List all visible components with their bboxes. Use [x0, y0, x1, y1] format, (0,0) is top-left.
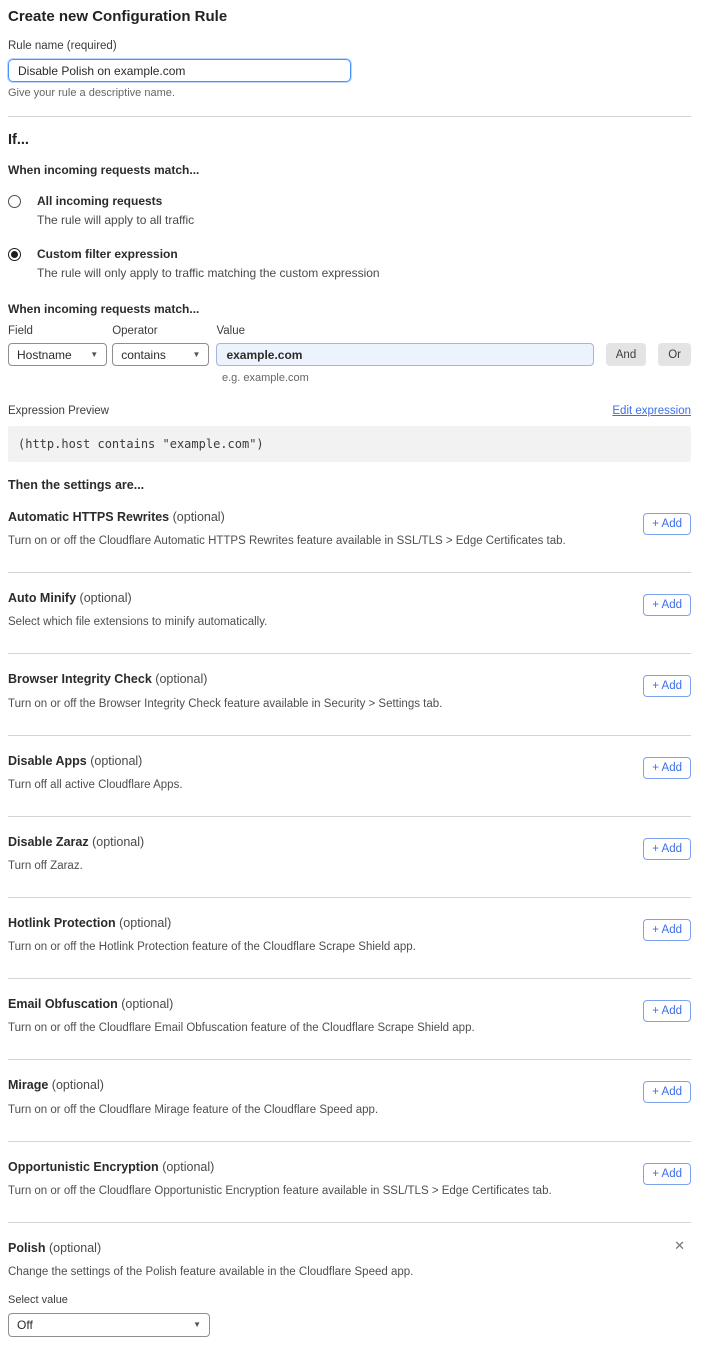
- request-match-radio-group: All incoming requests The rule will appl…: [8, 194, 691, 281]
- setting-description: Turn on or off the Cloudflare Opportunis…: [8, 1184, 691, 1199]
- match-label: When incoming requests match...: [8, 163, 691, 177]
- field-select[interactable]: Hostname ▼: [8, 343, 107, 366]
- optional-tag: (optional): [49, 1241, 101, 1255]
- optional-tag: (optional): [92, 835, 144, 849]
- setting-description: Turn on or off the Browser Integrity Che…: [8, 697, 691, 712]
- radio-all-incoming-requests[interactable]: All incoming requests The rule will appl…: [8, 194, 691, 228]
- expression-preview-label: Expression Preview: [8, 405, 109, 417]
- radio-label: Custom filter expression: [37, 247, 380, 262]
- chevron-down-icon: ▼: [193, 351, 201, 359]
- setting-automatic-https-rewrites: Automatic HTTPS Rewrites (optional) Turn…: [8, 492, 691, 573]
- setting-title: Opportunistic Encryption: [8, 1160, 159, 1174]
- setting-description: Change the settings of the Polish featur…: [8, 1265, 691, 1280]
- close-icon[interactable]: ✕: [674, 1239, 685, 1252]
- page-title: Create new Configuration Rule: [8, 8, 691, 25]
- setting-description: Turn off all active Cloudflare Apps.: [8, 778, 691, 793]
- then-settings-heading: Then the settings are...: [8, 478, 691, 492]
- chevron-down-icon: ▼: [90, 351, 98, 359]
- add-button[interactable]: + Add: [643, 513, 691, 535]
- radio-label: All incoming requests: [37, 194, 194, 209]
- setting-title: Mirage: [8, 1078, 48, 1092]
- or-button[interactable]: Or: [658, 343, 691, 366]
- setting-description: Select which file extensions to minify a…: [8, 615, 691, 630]
- operator-select[interactable]: contains ▼: [112, 343, 209, 366]
- rule-name-helper: Give your rule a descriptive name.: [8, 87, 691, 99]
- setting-browser-integrity-check: Browser Integrity Check (optional) Turn …: [8, 654, 691, 735]
- setting-description: Turn on or off the Hotlink Protection fe…: [8, 940, 691, 955]
- value-helper: e.g. example.com: [222, 372, 691, 384]
- add-button[interactable]: + Add: [643, 757, 691, 779]
- setting-description: Turn on or off the Cloudflare Mirage fea…: [8, 1103, 691, 1118]
- optional-tag: (optional): [90, 754, 142, 768]
- setting-polish: Polish (optional) ✕ Change the settings …: [8, 1223, 691, 1337]
- radio-button-icon[interactable]: [8, 195, 21, 208]
- setting-title: Disable Zaraz: [8, 835, 89, 849]
- field-label: Field: [8, 325, 107, 337]
- radio-button-icon[interactable]: [8, 248, 21, 261]
- if-heading: If...: [8, 132, 691, 148]
- setting-disable-zaraz: Disable Zaraz (optional) Turn off Zaraz.…: [8, 817, 691, 898]
- expression-builder-heading: When incoming requests match...: [8, 302, 691, 316]
- add-button[interactable]: + Add: [643, 1163, 691, 1185]
- radio-description: The rule will apply to all traffic: [37, 213, 194, 228]
- setting-title: Email Obfuscation: [8, 997, 118, 1011]
- rule-name-input[interactable]: [8, 59, 351, 82]
- optional-tag: (optional): [121, 997, 173, 1011]
- select-value-label: Select value: [8, 1294, 691, 1306]
- optional-tag: (optional): [173, 510, 225, 524]
- value-input[interactable]: [216, 343, 593, 366]
- optional-tag: (optional): [119, 916, 171, 930]
- setting-description: Turn off Zaraz.: [8, 859, 691, 874]
- radio-custom-filter-expression[interactable]: Custom filter expression The rule will o…: [8, 247, 691, 281]
- setting-description: Turn on or off the Cloudflare Email Obfu…: [8, 1021, 691, 1036]
- setting-title: Polish: [8, 1241, 46, 1255]
- polish-select-value: Off: [17, 1318, 33, 1332]
- setting-description: Turn on or off the Cloudflare Automatic …: [8, 534, 691, 549]
- polish-value-select[interactable]: Off ▼: [8, 1313, 210, 1337]
- optional-tag: (optional): [162, 1160, 214, 1174]
- add-button[interactable]: + Add: [643, 838, 691, 860]
- operator-label: Operator: [112, 325, 209, 337]
- optional-tag: (optional): [52, 1078, 104, 1092]
- chevron-down-icon: ▼: [193, 1321, 201, 1329]
- setting-hotlink-protection: Hotlink Protection (optional) Turn on or…: [8, 898, 691, 979]
- setting-disable-apps: Disable Apps (optional) Turn off all act…: [8, 736, 691, 817]
- setting-title: Browser Integrity Check: [8, 672, 152, 686]
- setting-mirage: Mirage (optional) Turn on or off the Clo…: [8, 1060, 691, 1141]
- create-configuration-rule-page: Create new Configuration Rule Rule name …: [0, 0, 705, 1349]
- setting-title: Automatic HTTPS Rewrites: [8, 510, 169, 524]
- edit-expression-link[interactable]: Edit expression: [612, 405, 691, 417]
- radio-description: The rule will only apply to traffic matc…: [37, 266, 380, 281]
- setting-title: Auto Minify: [8, 591, 76, 605]
- add-button[interactable]: + Add: [643, 919, 691, 941]
- value-label: Value: [216, 325, 593, 337]
- expression-preview-code: (http.host contains "example.com"): [8, 426, 691, 462]
- operator-select-value: contains: [121, 348, 166, 362]
- add-button[interactable]: + Add: [643, 1000, 691, 1022]
- and-button[interactable]: And: [606, 343, 646, 366]
- setting-auto-minify: Auto Minify (optional) Select which file…: [8, 573, 691, 654]
- field-select-value: Hostname: [17, 348, 72, 362]
- add-button[interactable]: + Add: [643, 594, 691, 616]
- optional-tag: (optional): [80, 591, 132, 605]
- divider: [8, 116, 691, 117]
- rule-name-label: Rule name (required): [8, 40, 691, 52]
- add-button[interactable]: + Add: [643, 1081, 691, 1103]
- setting-title: Disable Apps: [8, 754, 87, 768]
- setting-email-obfuscation: Email Obfuscation (optional) Turn on or …: [8, 979, 691, 1060]
- setting-title: Hotlink Protection: [8, 916, 116, 930]
- setting-opportunistic-encryption: Opportunistic Encryption (optional) Turn…: [8, 1142, 691, 1223]
- expression-builder-row: Field Hostname ▼ Operator contains ▼ Val…: [8, 325, 691, 366]
- add-button[interactable]: + Add: [643, 675, 691, 697]
- optional-tag: (optional): [155, 672, 207, 686]
